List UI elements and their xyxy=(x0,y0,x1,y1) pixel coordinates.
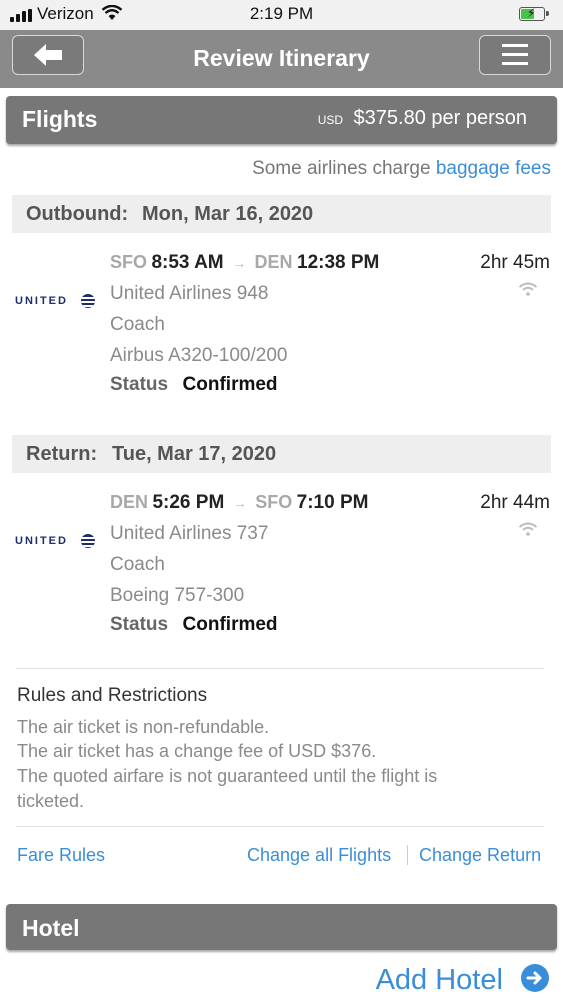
arrow-right-circle-icon xyxy=(521,964,549,993)
united-globe-icon xyxy=(81,294,95,308)
battery-icon: ⚡ xyxy=(519,6,549,21)
clock-label: 2:19 PM xyxy=(249,4,314,23)
arrival-time: 12:38 PM xyxy=(297,252,380,273)
divider xyxy=(16,668,544,669)
return-label: Return: xyxy=(26,443,98,465)
status-value: Confirmed xyxy=(182,614,278,635)
return-date-bar: Return: Tue, Mar 17, 2020 xyxy=(12,435,551,473)
outbound-flight-details: SFO 8:53 AM → DEN 12:38 PM 2hr 45m Unite… xyxy=(110,250,550,410)
link-separator xyxy=(407,845,408,865)
flights-section-header: Flights USD $375.80 per person xyxy=(6,96,557,144)
flight-number: United Airlines 737 xyxy=(110,523,269,544)
origin-code: DEN xyxy=(110,492,149,512)
rule-nonrefundable: The air ticket is non-refundable. xyxy=(17,717,270,737)
status-value: Confirmed xyxy=(182,374,278,395)
arrow-right-icon: → xyxy=(232,495,247,511)
add-hotel-label: Add Hotel xyxy=(375,964,503,996)
rule-not-guaranteed: The quoted airfare is not guaranteed unt… xyxy=(17,766,438,786)
flight-number: United Airlines 948 xyxy=(110,283,269,304)
aircraft-type: Airbus A320-100/200 xyxy=(110,345,288,366)
outbound-date: Mon, Mar 16, 2020 xyxy=(142,203,314,225)
rule-not-guaranteed-cont: ticketed. xyxy=(17,791,85,811)
wifi-icon xyxy=(518,282,538,296)
price-amount: $375.80 per person xyxy=(353,107,527,129)
return-date: Tue, Mar 17, 2020 xyxy=(112,443,277,465)
outbound-date-bar: Outbound: Mon, Mar 16, 2020 xyxy=(12,195,551,233)
destination-code: DEN xyxy=(254,252,293,272)
arrow-right-icon: → xyxy=(232,255,247,271)
destination-code: SFO xyxy=(255,492,293,512)
wifi-icon xyxy=(518,522,538,536)
return-flight-details: DEN 5:26 PM → SFO 7:10 PM 2hr 44m United… xyxy=(110,490,550,650)
currency-label: USD xyxy=(317,113,344,127)
navigation-bar: Review Itinerary xyxy=(0,30,563,88)
add-hotel-button[interactable]: Add Hotel xyxy=(376,964,549,997)
cabin-class: Coach xyxy=(110,554,165,575)
rules-title: Rules and Restrictions xyxy=(17,685,208,706)
cabin-class: Coach xyxy=(110,314,165,335)
origin-code: SFO xyxy=(110,252,148,272)
hamburger-menu-icon xyxy=(502,44,528,65)
departure-time: 8:53 AM xyxy=(151,252,224,273)
united-globe-icon xyxy=(81,534,95,548)
aircraft-type: Boeing 757-300 xyxy=(110,585,245,606)
rule-change-fee: The air ticket has a change fee of USD $… xyxy=(17,741,377,761)
menu-button[interactable] xyxy=(479,35,551,75)
status-label: Status xyxy=(110,374,169,395)
baggage-note: Some airlines charge baggage fees xyxy=(252,158,551,180)
baggage-note-text: Some airlines charge xyxy=(252,158,431,179)
baggage-fees-link[interactable]: baggage fees xyxy=(436,158,551,179)
hotel-section-header: Hotel xyxy=(6,904,557,950)
fare-rules-link[interactable]: Fare Rules xyxy=(17,845,105,866)
flight-duration: 2hr 45m xyxy=(480,252,550,273)
divider xyxy=(16,826,544,827)
change-all-flights-link[interactable]: Change all Flights xyxy=(247,845,391,866)
flights-title: Flights xyxy=(22,106,98,132)
status-label: Status xyxy=(110,614,169,635)
status-bar: Verizon 2:19 PM ⚡ xyxy=(0,0,563,30)
change-return-link[interactable]: Change Return xyxy=(419,845,541,866)
flight-duration: 2hr 44m xyxy=(480,492,550,513)
price-per-person: USD $375.80 per person xyxy=(318,107,527,130)
outbound-label: Outbound: xyxy=(26,203,129,225)
hotel-title: Hotel xyxy=(22,915,80,941)
arrival-time: 7:10 PM xyxy=(296,492,369,513)
departure-time: 5:26 PM xyxy=(152,492,225,513)
